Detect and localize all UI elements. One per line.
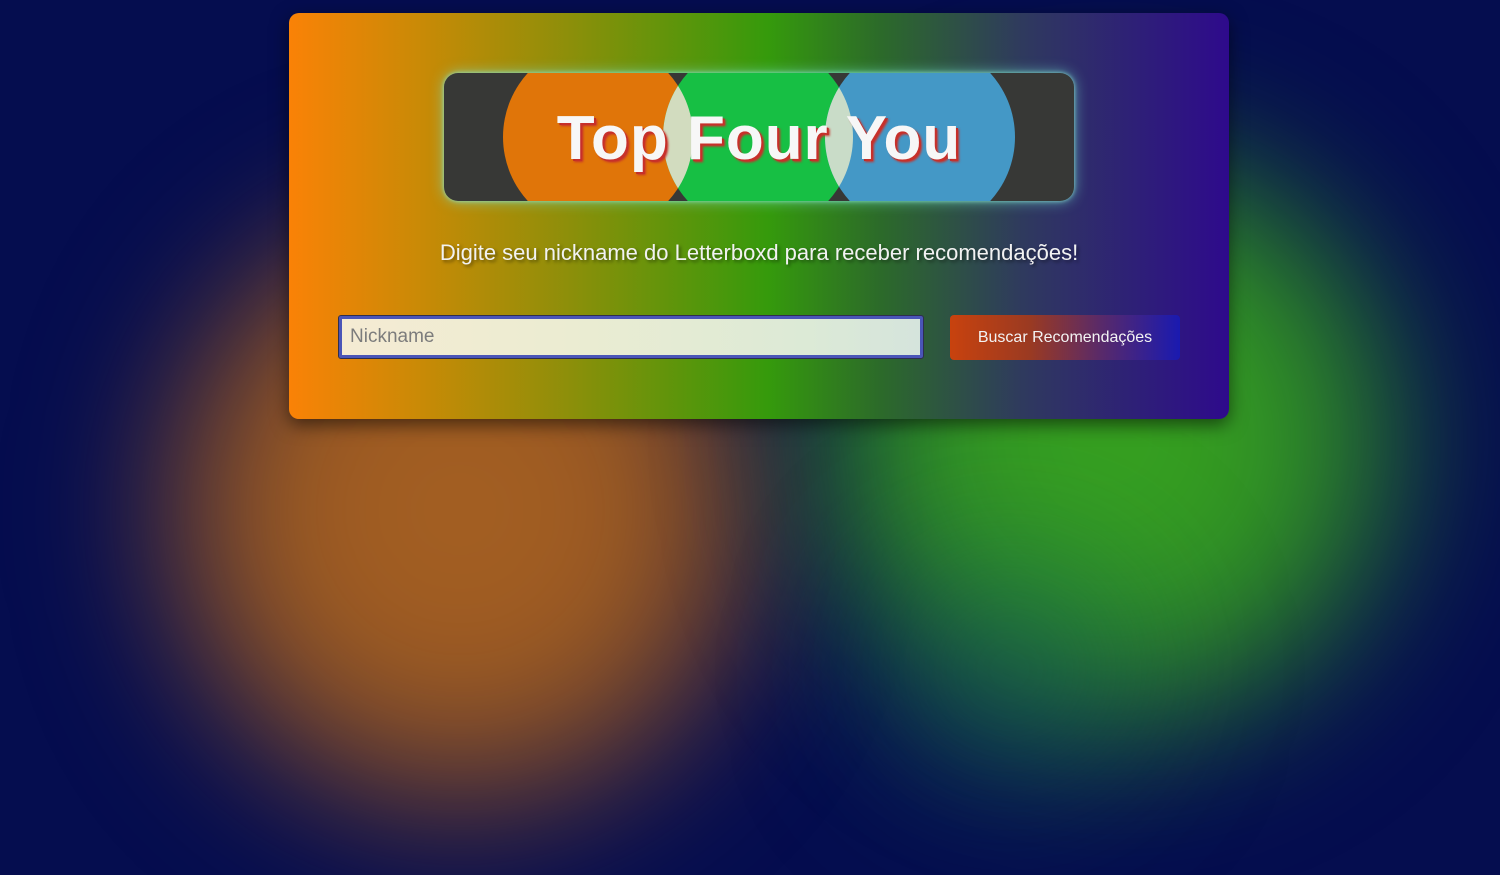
intro-text: Digite seu nickname do Letterboxd para r… — [439, 240, 1079, 265]
main-card: Top Four You Digite seu nickname do Lett… — [289, 13, 1229, 419]
title-banner: Top Four You — [444, 73, 1074, 201]
background-glow-teal — [800, 530, 1220, 810]
search-recommendations-button[interactable]: Buscar Recomendações — [950, 315, 1180, 360]
app-title: Top Four You — [556, 104, 962, 173]
nickname-input[interactable] — [338, 315, 924, 359]
